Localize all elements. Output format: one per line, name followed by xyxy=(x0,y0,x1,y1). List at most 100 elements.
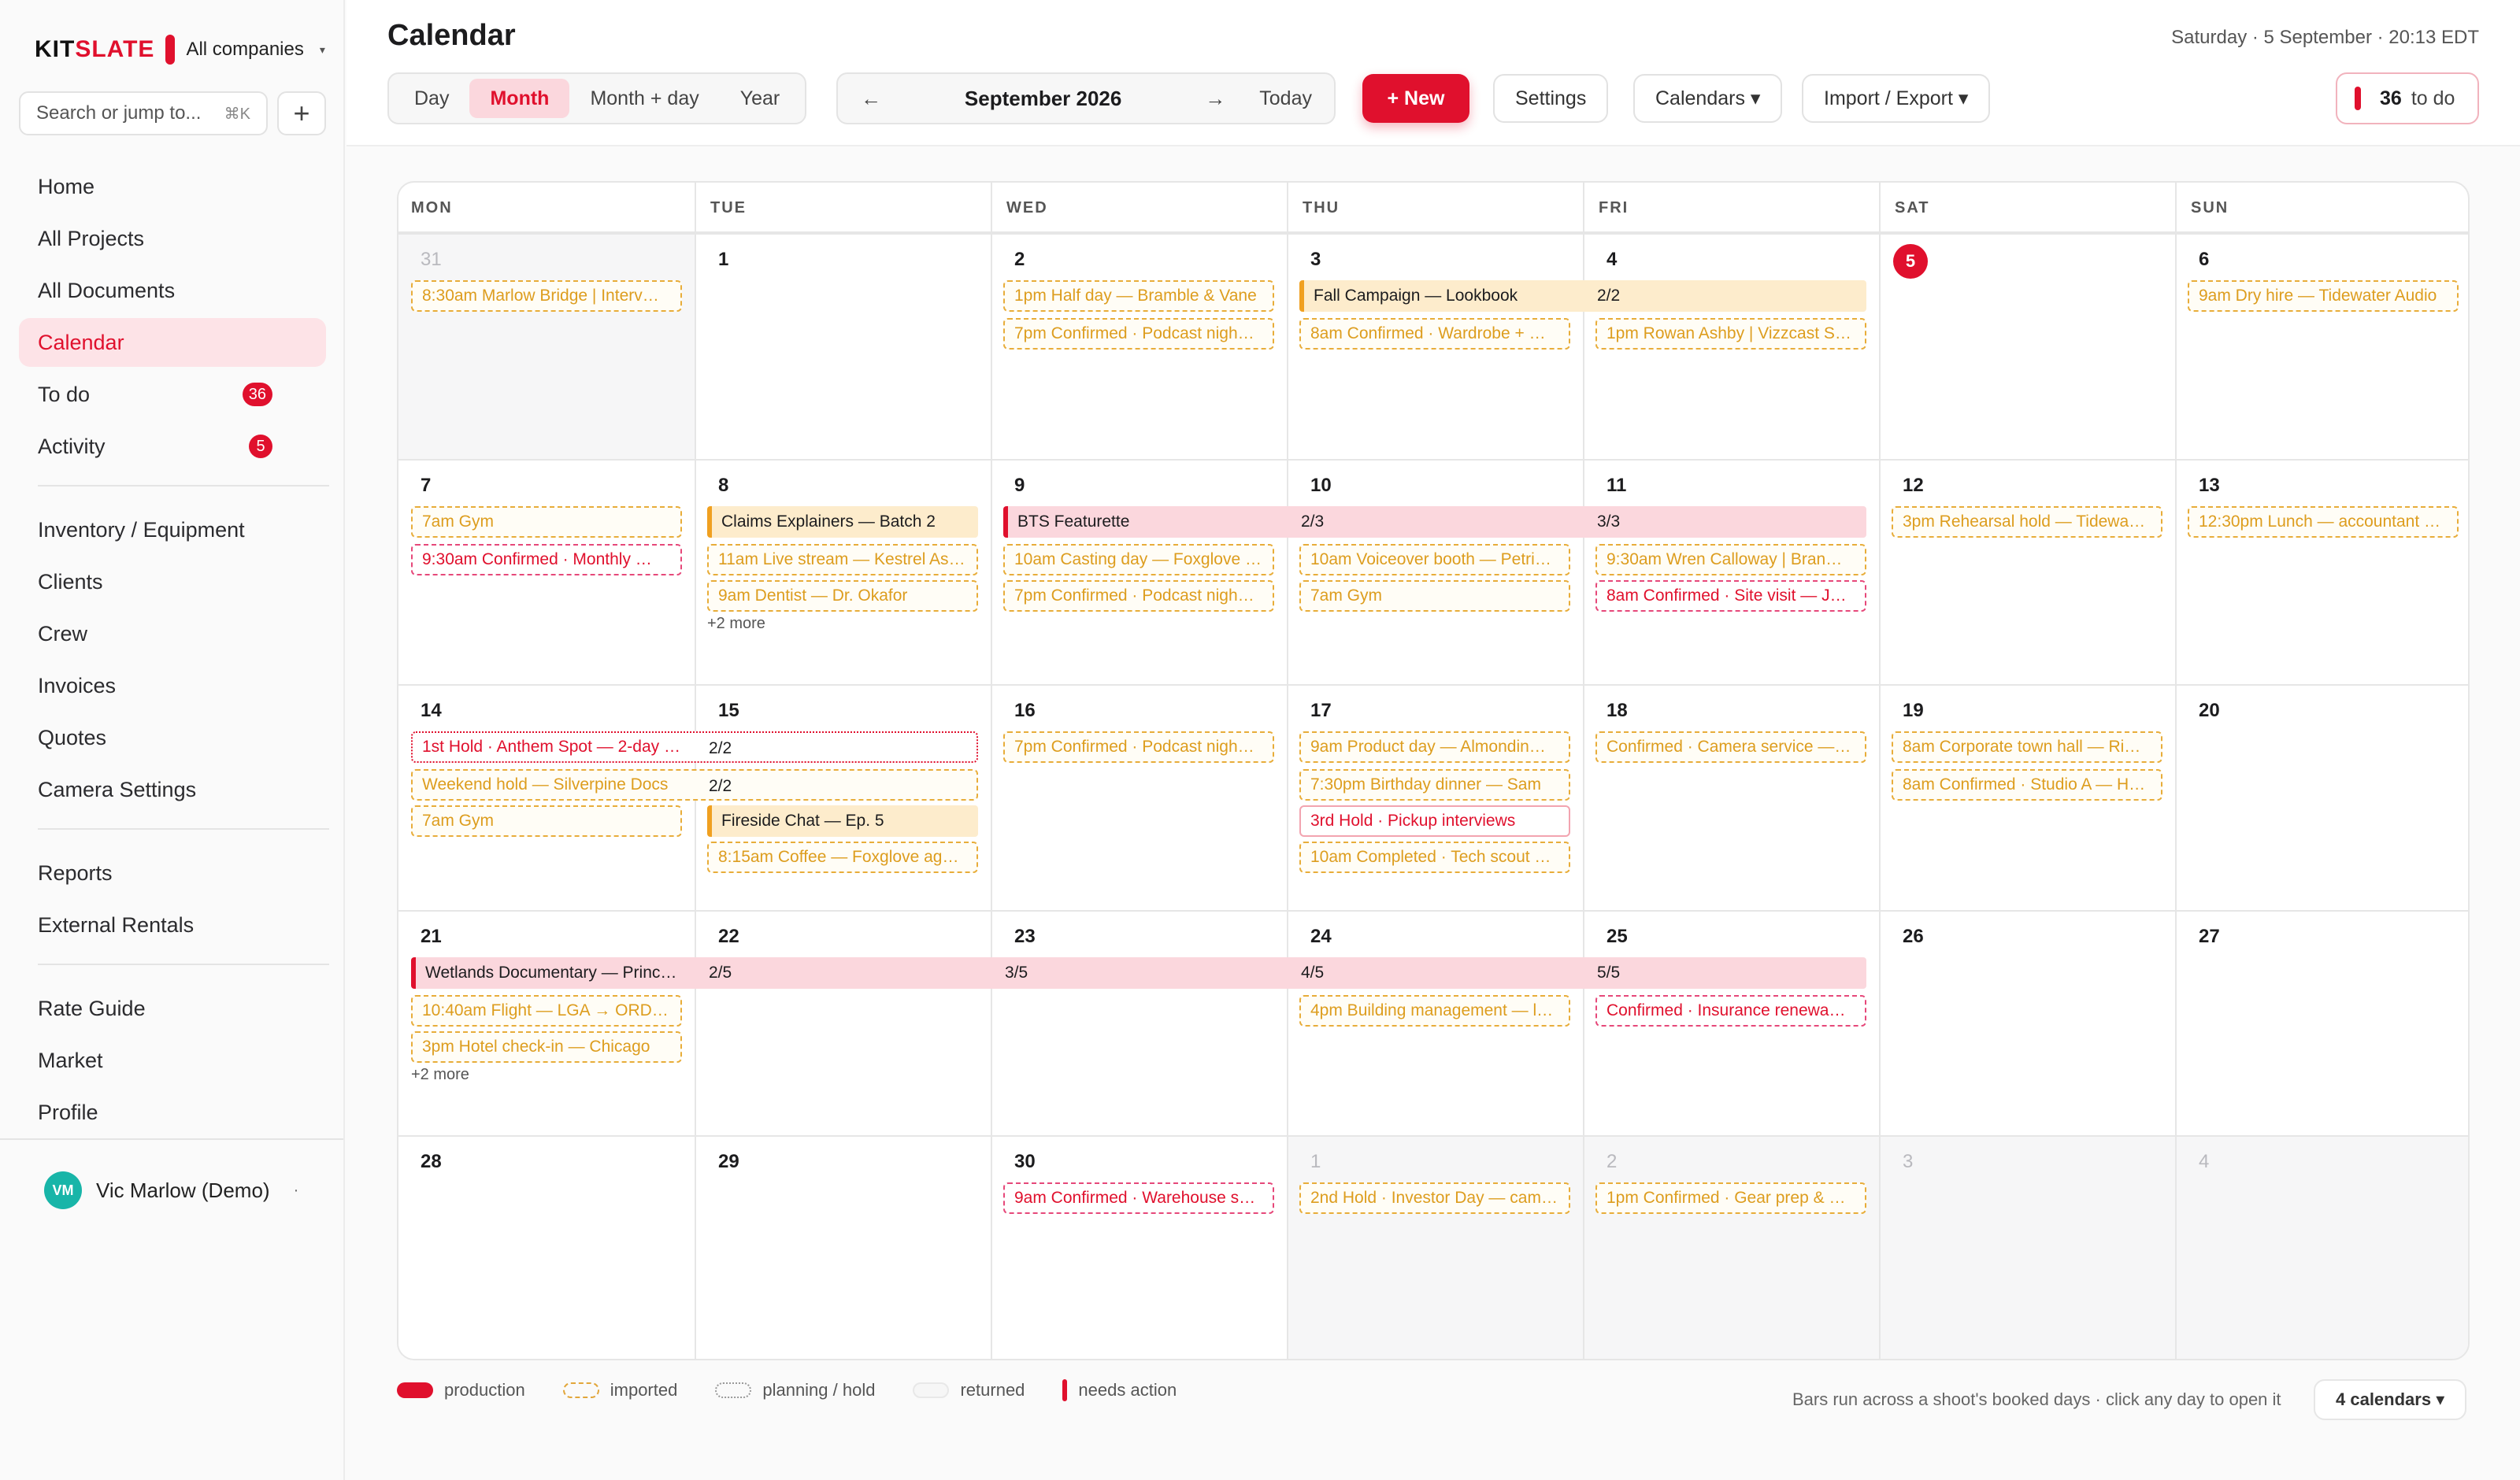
arrow-left-icon[interactable]: ← xyxy=(838,87,904,111)
event-chip[interactable]: 9am Product day — Almondin… xyxy=(1299,731,1570,764)
sidebar-item-all-projects[interactable]: All Projects xyxy=(19,214,326,263)
event-chip[interactable]: 9am Dentist — Dr. Okafor xyxy=(707,579,978,612)
production-bar[interactable]: BTS Featurette 2/3 3/3 xyxy=(1003,505,1866,538)
event-chip[interactable]: 2nd Hold · Investor Day — cam… xyxy=(1299,1182,1570,1215)
event-chip[interactable]: 10am Casting day — Foxglove … xyxy=(1003,543,1274,575)
production-bar[interactable]: Fireside Chat — Ep. 5 xyxy=(707,805,978,838)
event-chip[interactable]: 9:30am Wren Calloway | Bran… xyxy=(1595,543,1866,575)
event-chip[interactable]: 7am Gym xyxy=(411,805,682,838)
event-chip[interactable]: 8am Confirmed · Wardrobe + … xyxy=(1299,318,1570,350)
calendars-dropdown[interactable]: Calendars ▾ xyxy=(1633,74,1783,123)
event-chip[interactable]: 1pm Half day — Bramble & Vane xyxy=(1003,280,1274,312)
event-chip[interactable]: 8am Confirmed · Site visit — Ja… xyxy=(1595,579,1866,612)
search-input[interactable]: Search or jump to... ⌘K xyxy=(19,91,268,135)
sidebar-item-external-rentals[interactable]: External Rentals xyxy=(19,901,326,949)
sidebar-item-clients[interactable]: Clients xyxy=(19,557,326,606)
add-icon[interactable]: + xyxy=(277,91,326,135)
new-event-button[interactable]: + New xyxy=(1362,74,1469,123)
more-icon[interactable]: · xyxy=(294,1182,299,1200)
sidebar-item-inventory-equipment[interactable]: Inventory / Equipment xyxy=(19,505,326,554)
calendar-count-dropdown[interactable]: 4 calendars ▾ xyxy=(2314,1379,2467,1420)
event-chip[interactable]: 10am Voiceover booth — Petri… xyxy=(1299,543,1570,575)
event-chip[interactable]: 7pm Confirmed · Podcast nigh… xyxy=(1003,731,1274,764)
day-cell[interactable]: 5 xyxy=(1879,233,2175,459)
event-chip[interactable]: 7pm Confirmed · Podcast nigh… xyxy=(1003,579,1274,612)
sidebar-item-crew[interactable]: Crew xyxy=(19,609,326,658)
event-chip[interactable]: 3pm Hotel check-in — Chicago xyxy=(411,1030,682,1063)
sidebar-item-reports[interactable]: Reports xyxy=(19,849,326,897)
event-chip[interactable]: 8am Confirmed · Studio A — H… xyxy=(1892,769,2162,801)
sidebar-item-activity[interactable]: Activity 5 xyxy=(19,422,326,471)
arrow-right-icon[interactable]: → xyxy=(1182,87,1248,111)
day-cell[interactable]: 30 xyxy=(991,1135,1287,1359)
event-chip[interactable]: 9:30am Confirmed · Monthly … xyxy=(411,543,682,575)
event-chip[interactable]: Confirmed · Camera service — … xyxy=(1595,731,1866,764)
event-chip[interactable]: 8:30am Marlow Bridge | Interv… xyxy=(411,280,682,312)
sidebar-item-quotes[interactable]: Quotes xyxy=(19,713,326,762)
day-cell[interactable]: 16 xyxy=(991,684,1287,910)
event-chip[interactable]: 11am Live stream — Kestrel Ass… xyxy=(707,543,978,575)
todo-chip[interactable]: 36 to do xyxy=(2336,72,2479,124)
event-chip[interactable]: 1pm Confirmed · Gear prep & … xyxy=(1595,1182,1866,1215)
event-chip[interactable]: 3pm Rehearsal hold — Tidewa… xyxy=(1892,505,2162,538)
day-cell[interactable]: 2 xyxy=(1583,1135,1879,1359)
event-chip[interactable]: 7pm Confirmed · Podcast nigh… xyxy=(1003,318,1274,350)
more-events-link[interactable]: +2 more xyxy=(707,615,765,633)
event-chip[interactable]: Weekend hold — Silverpine Docs 2/2 xyxy=(411,769,978,801)
day-cell[interactable]: 22 xyxy=(695,909,991,1136)
event-chip[interactable]: 8:15am Coffee — Foxglove ag… xyxy=(707,842,978,874)
event-chip[interactable]: 12:30pm Lunch — accountant … xyxy=(2188,505,2459,538)
today-button[interactable]: Today xyxy=(1248,87,1334,110)
event-chip[interactable]: 1st Hold · Anthem Spot — 2-day … 2/2 xyxy=(411,731,978,764)
import-export-dropdown[interactable]: Import / Export ▾ xyxy=(1802,74,1991,123)
event-chip[interactable]: 8am Corporate town hall — Ri… xyxy=(1892,731,2162,764)
event-chip[interactable]: 4pm Building management — l… xyxy=(1299,994,1570,1027)
production-bar[interactable]: Wetlands Documentary — Princ… 2/5 3/5 4/5 5/… xyxy=(411,956,1866,989)
event-chip[interactable]: 10:40am Flight — LGA → ORD … xyxy=(411,994,682,1027)
event-chip[interactable]: 7am Gym xyxy=(1299,579,1570,612)
day-cell[interactable]: 29 xyxy=(695,1135,991,1359)
event-chip[interactable]: 7:30pm Birthday dinner — Sam xyxy=(1299,769,1570,801)
day-cell[interactable]: 31 xyxy=(398,233,695,459)
sidebar-item-to-do[interactable]: To do 36 xyxy=(19,370,326,419)
sidebar-item-invoices[interactable]: Invoices xyxy=(19,661,326,710)
sidebar-item-camera-settings[interactable]: Camera Settings xyxy=(19,765,326,814)
day-cell[interactable]: 1 xyxy=(695,233,991,459)
event-chip[interactable]: 9am Dry hire — Tidewater Audio xyxy=(2188,280,2459,312)
view-tab-day[interactable]: Day xyxy=(394,79,469,118)
view-tab-month[interactable]: Month xyxy=(469,79,570,118)
day-cell[interactable]: 26 xyxy=(1879,909,2175,1136)
day-cell[interactable]: 23 xyxy=(991,909,1287,1136)
brand[interactable]: KITSLATE All companies ▾ xyxy=(35,35,325,65)
sidebar-item-all-documents[interactable]: All Documents xyxy=(19,266,326,315)
day-cell[interactable]: 28 xyxy=(398,1135,695,1359)
production-bar[interactable]: Fall Campaign — Lookbook 2/2 xyxy=(1299,280,1866,312)
user-menu[interactable]: VM Vic Marlow (Demo) · xyxy=(0,1138,343,1209)
day-cell[interactable]: 3 xyxy=(1879,1135,2175,1359)
sidebar-item-home[interactable]: Home xyxy=(19,162,326,211)
day-cell[interactable]: 13 xyxy=(2175,458,2468,685)
event-chip[interactable]: 7am Gym xyxy=(411,505,682,538)
view-tab-year[interactable]: Year xyxy=(720,79,801,118)
settings-button[interactable]: Settings xyxy=(1493,74,1609,123)
day-cell[interactable]: 27 xyxy=(2175,909,2468,1136)
event-chip[interactable]: 10am Completed · Tech scout … xyxy=(1299,842,1570,874)
day-cell[interactable]: 6 xyxy=(2175,233,2468,459)
day-cell[interactable]: 12 xyxy=(1879,458,2175,685)
day-cell[interactable]: 4 xyxy=(2175,1135,2468,1359)
day-cell[interactable]: 1 xyxy=(1287,1135,1583,1359)
sidebar-item-calendar[interactable]: Calendar xyxy=(19,318,326,367)
sidebar-item-rate-guide[interactable]: Rate Guide xyxy=(19,984,326,1033)
more-events-link[interactable]: +2 more xyxy=(411,1066,469,1084)
event-chip[interactable]: 9am Confirmed · Warehouse s… xyxy=(1003,1182,1274,1215)
view-tab-month-day[interactable]: Month + day xyxy=(569,79,719,118)
sidebar-item-market[interactable]: Market xyxy=(19,1036,326,1085)
day-cell[interactable]: 18 xyxy=(1583,684,1879,910)
production-bar[interactable]: Claims Explainers — Batch 2 xyxy=(707,505,978,538)
day-cell[interactable]: 20 xyxy=(2175,684,2468,910)
event-chip[interactable]: Confirmed · Insurance renewa… xyxy=(1595,994,1866,1027)
event-chip[interactable]: 1pm Rowan Ashby | Vizzcast St… xyxy=(1595,318,1866,350)
event-chip[interactable]: 3rd Hold · Pickup interviews xyxy=(1299,805,1570,838)
company-switcher[interactable]: All companies xyxy=(186,39,303,61)
sidebar-item-profile[interactable]: Profile xyxy=(19,1088,326,1137)
